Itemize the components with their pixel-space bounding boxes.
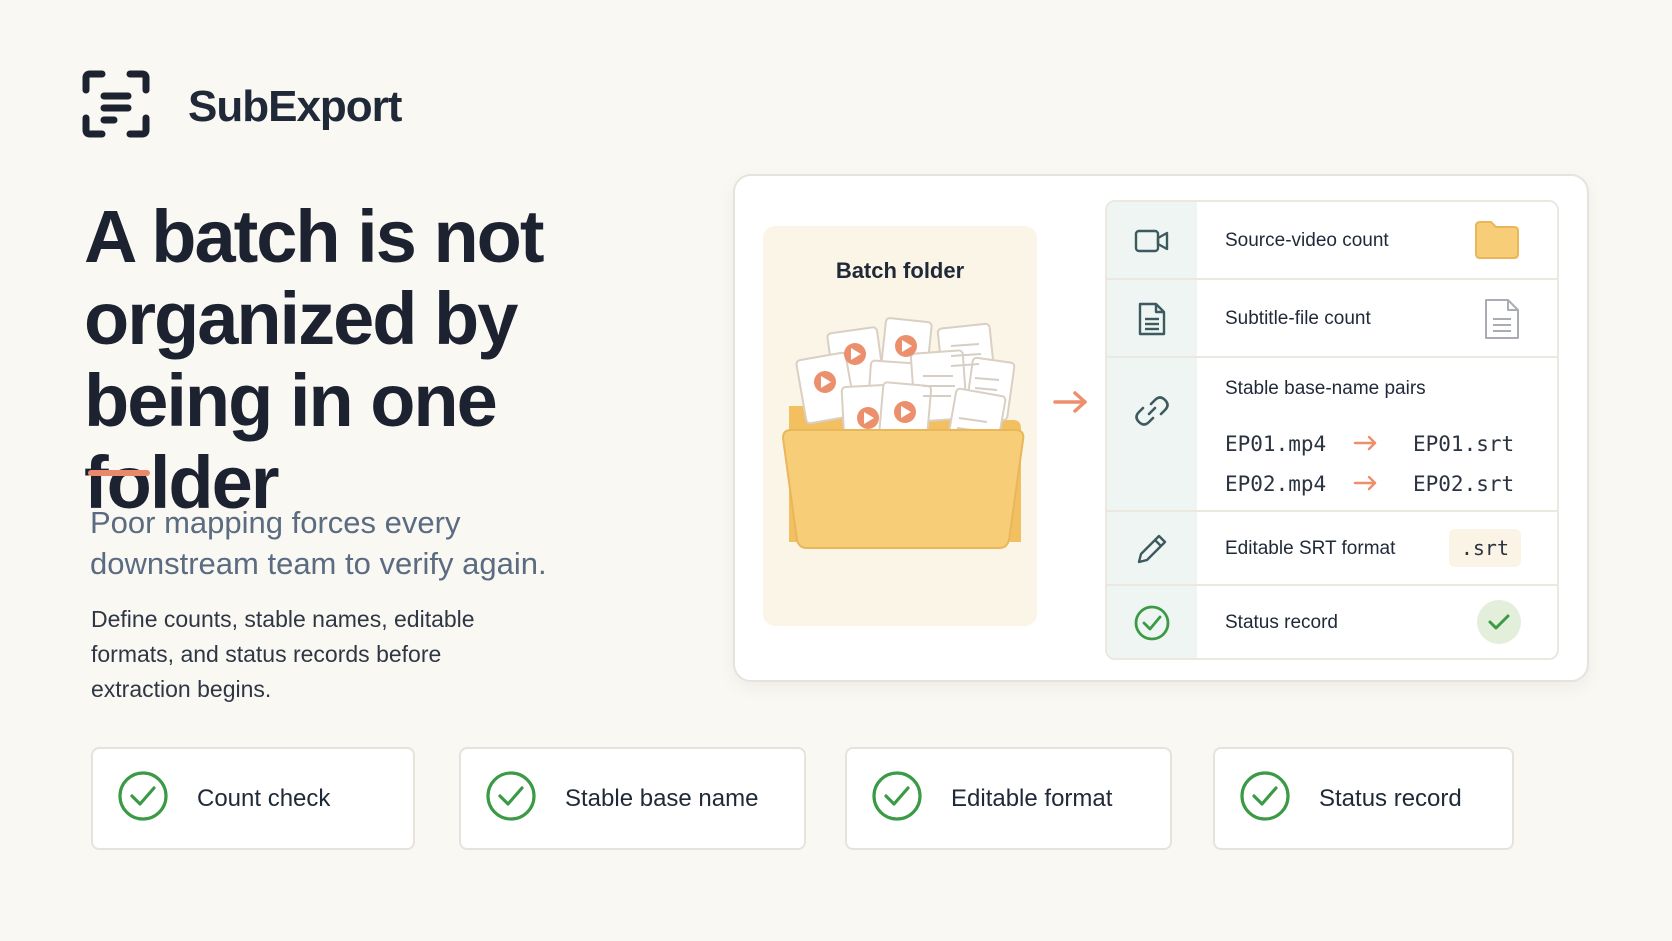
check-label: Count check bbox=[197, 784, 331, 812]
folder-with-files-icon bbox=[773, 306, 1027, 581]
srt-extension-chip: .srt bbox=[1448, 529, 1521, 567]
document-icon bbox=[1131, 298, 1173, 340]
pair-row: EP02.mp4 EP02.srt bbox=[1225, 464, 1514, 504]
headline: A batch is not organized by being in one… bbox=[84, 195, 545, 524]
checkmark-icon bbox=[1477, 600, 1521, 644]
requirements-list: Source-video count Subtitle-file count S… bbox=[1105, 200, 1559, 660]
folder-icon bbox=[1473, 218, 1521, 265]
bracket-lines-icon bbox=[80, 68, 152, 145]
arrow-right-icon bbox=[1353, 432, 1379, 456]
batch-folder-card: Batch folder bbox=[763, 226, 1037, 626]
check-label: Editable format bbox=[951, 784, 1113, 812]
pencil-icon bbox=[1131, 528, 1173, 570]
arrow-right-icon bbox=[1353, 472, 1379, 496]
subtitle-filename: EP02.srt bbox=[1413, 472, 1515, 496]
check-circle-icon bbox=[871, 770, 923, 827]
row-label: Stable base-name pairs bbox=[1225, 378, 1426, 399]
arrow-right-icon bbox=[1051, 390, 1091, 419]
row-label: Source-video count bbox=[1225, 230, 1389, 251]
pair-row: EP01.mp4 EP01.srt bbox=[1225, 424, 1514, 464]
check-circle-icon bbox=[117, 770, 169, 827]
check-card-format: Editable format bbox=[845, 747, 1172, 850]
row-subtitle-file-count: Subtitle-file count bbox=[1107, 280, 1557, 358]
row-stable-base-name-pairs: Stable base-name pairs EP01.mp4 EP01.srt… bbox=[1107, 358, 1557, 512]
accent-divider bbox=[88, 470, 150, 476]
subhead: Poor mapping forces every downstream tea… bbox=[90, 505, 547, 581]
check-card-status: Status record bbox=[1213, 747, 1514, 850]
row-label: Subtitle-file count bbox=[1225, 308, 1371, 329]
check-circle-icon bbox=[485, 770, 537, 827]
check-label: Status record bbox=[1319, 784, 1462, 812]
row-source-video-count: Source-video count bbox=[1107, 202, 1557, 280]
mapping-panel: Batch folder Source-video count Subtitle… bbox=[733, 174, 1589, 682]
video-filename: EP01.mp4 bbox=[1225, 432, 1327, 456]
check-circle-icon bbox=[1131, 602, 1173, 644]
row-label: Editable SRT format bbox=[1225, 538, 1396, 559]
video-filename: EP02.mp4 bbox=[1225, 472, 1327, 496]
check-card-base-name: Stable base name bbox=[459, 747, 806, 850]
row-editable-srt-format: Editable SRT format .srt bbox=[1107, 512, 1557, 586]
document-icon bbox=[1483, 297, 1521, 346]
folder-title: Batch folder bbox=[835, 258, 965, 283]
row-status-record: Status record bbox=[1107, 586, 1557, 658]
link-icon bbox=[1131, 390, 1173, 432]
brand-name: SubExport bbox=[188, 81, 402, 131]
row-label: Status record bbox=[1225, 612, 1338, 633]
video-camera-icon bbox=[1131, 220, 1173, 262]
pairs-list: EP01.mp4 EP01.srt EP02.mp4 EP02.srt bbox=[1225, 424, 1514, 504]
body-text: Define counts, stable names, editable fo… bbox=[91, 606, 475, 702]
brand: SubExport bbox=[80, 68, 402, 145]
check-label: Stable base name bbox=[565, 784, 759, 812]
check-circle-icon bbox=[1239, 770, 1291, 827]
check-card-count: Count check bbox=[91, 747, 415, 850]
subtitle-filename: EP01.srt bbox=[1413, 432, 1515, 456]
